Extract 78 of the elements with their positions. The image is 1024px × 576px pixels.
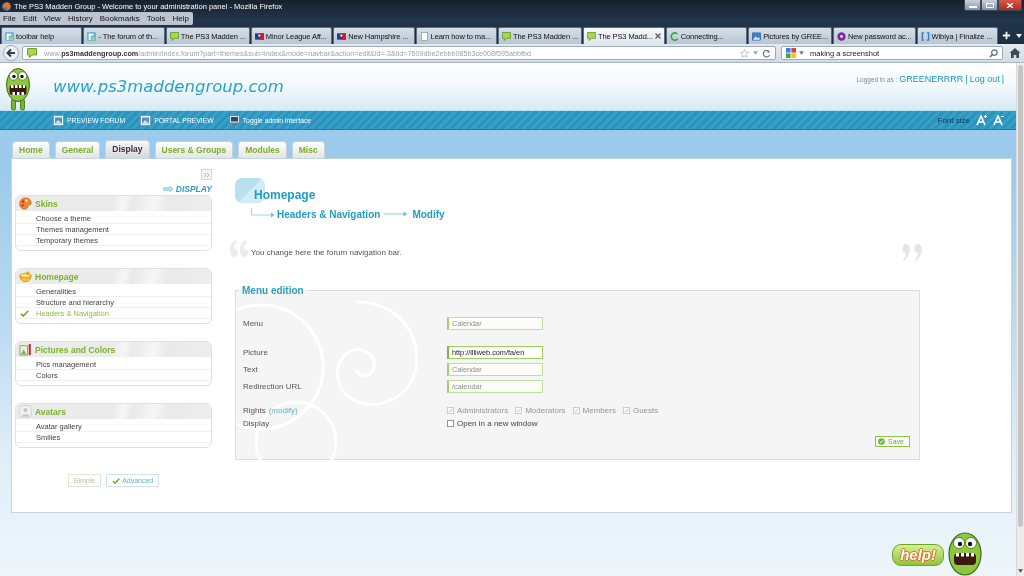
separator: |	[965, 74, 968, 84]
menu-item[interactable]: Bookmarks	[99, 14, 140, 23]
site-name: www.ps3maddengroup.com	[53, 77, 284, 96]
description: You change here the forum navigation bar.	[251, 248, 402, 259]
section-title: DISPLAY	[175, 184, 212, 194]
field-label: Rights	[243, 406, 266, 415]
menu-item[interactable]: File	[3, 14, 16, 23]
close-icon	[1006, 2, 1014, 8]
bowl-icon	[19, 270, 32, 283]
picture-icon	[752, 31, 762, 41]
back-button[interactable]	[3, 45, 19, 61]
home-icon[interactable]	[1009, 47, 1021, 59]
tile-icon	[87, 31, 97, 41]
arrow-icon	[384, 211, 409, 217]
group-title: Homepage	[35, 271, 79, 282]
palette-icon	[19, 197, 32, 210]
menu-item[interactable]: Help	[172, 14, 189, 23]
star-icon[interactable]	[740, 48, 749, 58]
reload-icon[interactable]	[762, 48, 771, 58]
window-icon	[53, 114, 64, 126]
checkbox-label: Guests	[632, 406, 659, 415]
close-button[interactable]	[998, 0, 1022, 11]
field-label: Redirection URL	[243, 382, 303, 391]
field-label: Picture	[243, 348, 269, 357]
close-icon[interactable]	[654, 33, 661, 39]
check-icon	[112, 477, 121, 484]
caret-icon[interactable]	[1016, 34, 1022, 38]
scrollbar-thumb[interactable]	[1018, 65, 1023, 527]
flag-icon	[254, 31, 264, 41]
font-size-icon[interactable]	[976, 114, 987, 126]
maximize-icon	[985, 2, 994, 8]
menu-item[interactable]: History	[67, 14, 93, 23]
monitor-icon	[228, 114, 240, 126]
scroll-down-icon[interactable]	[1018, 569, 1023, 573]
circle-icon	[836, 31, 846, 41]
checkbox-label: Moderators	[525, 406, 566, 415]
font-size-icon[interactable]	[993, 114, 1004, 126]
globe-icon	[2, 1, 11, 11]
arrow-icon	[251, 208, 275, 220]
avatar-icon	[19, 405, 32, 418]
field-label: Display	[243, 419, 271, 428]
spinner-icon	[669, 31, 679, 41]
checkbox-label: Members	[582, 406, 616, 415]
form-legend: Menu edition	[239, 285, 307, 296]
check-circle-icon	[878, 438, 886, 445]
checkbox-label: Open in a new window	[457, 419, 538, 428]
group-title: Skins	[35, 198, 58, 209]
checkbox[interactable]	[447, 420, 454, 427]
menu-item[interactable]: View	[43, 14, 61, 23]
font-size-label: Font size	[937, 115, 970, 125]
page-icon	[419, 31, 429, 41]
flag-icon	[337, 31, 347, 41]
check-icon	[20, 309, 29, 317]
field-label: Text	[243, 365, 259, 374]
menu-item[interactable]: Tools	[146, 14, 166, 23]
group-title: Pictures and Colors	[35, 344, 116, 355]
field-label: Menu	[243, 319, 264, 328]
group-title: Avatars	[35, 406, 66, 417]
tab[interactable]: Display	[105, 140, 150, 158]
page-title: Homepage	[254, 188, 316, 203]
speech-bubble-icon	[586, 31, 596, 41]
plus-icon[interactable]	[1001, 30, 1012, 41]
tile-icon	[5, 31, 14, 41]
speech-bubble-icon	[27, 48, 37, 58]
bracket-icon	[920, 31, 930, 41]
checkbox-label: Administrators	[457, 406, 509, 415]
separator: |	[1001, 74, 1004, 84]
monster-icon	[5, 65, 31, 111]
menu-item[interactable]: Edit	[22, 14, 37, 23]
window-icon	[140, 114, 152, 126]
minimize-button[interactable]	[964, 0, 981, 11]
speech-bubble-icon	[169, 31, 179, 41]
arrow-icon	[162, 186, 173, 192]
tiles-icon	[786, 48, 796, 58]
maximize-button[interactable]	[981, 0, 998, 11]
search-icon[interactable]	[989, 48, 998, 58]
speech-bubble-icon	[502, 31, 511, 41]
picture-icon	[19, 343, 32, 356]
